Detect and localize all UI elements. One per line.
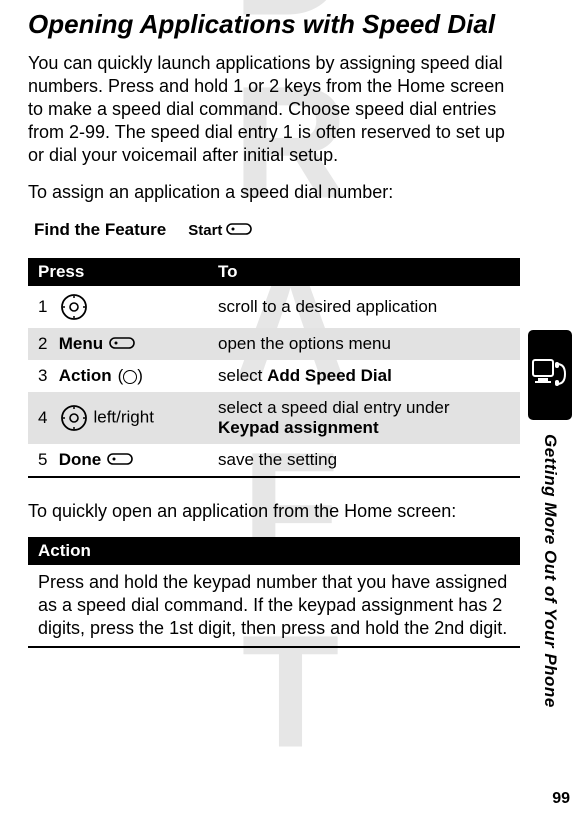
nav-pad-icon bbox=[59, 297, 89, 316]
softkey-icon bbox=[107, 450, 133, 470]
section-title-vertical: Getting More Out of Your Phone bbox=[540, 434, 560, 708]
action-label: Action bbox=[59, 366, 112, 386]
col-to: To bbox=[208, 258, 520, 286]
step-to: select a speed dial entry under Keypad a… bbox=[208, 392, 520, 444]
steps-table: Press To 1 scroll to a desired applicati… bbox=[28, 258, 520, 478]
round-button-icon bbox=[123, 370, 137, 384]
page-title: Opening Applications with Speed Dial bbox=[28, 10, 520, 40]
step-to: open the options menu bbox=[208, 328, 520, 360]
step-to-bold: Add Speed Dial bbox=[267, 366, 392, 385]
find-feature-label: Find the Feature bbox=[34, 220, 166, 240]
nav-pad-icon bbox=[59, 408, 94, 427]
menu-label: Menu bbox=[59, 334, 103, 354]
open-line: To quickly open an application from the … bbox=[28, 500, 520, 523]
done-label: Done bbox=[59, 450, 102, 470]
step-to-bold: Keypad assignment bbox=[218, 418, 379, 437]
action-paren: () bbox=[118, 366, 143, 386]
start-label: Start bbox=[188, 222, 222, 239]
step-num: 3 bbox=[38, 366, 54, 386]
find-feature-row: Find the Feature Start bbox=[34, 220, 520, 240]
action-header: Action bbox=[28, 537, 520, 565]
step-num: 2 bbox=[38, 334, 54, 354]
computer-phone-icon bbox=[528, 330, 572, 420]
step-num: 1 bbox=[38, 297, 54, 317]
softkey-icon bbox=[226, 222, 252, 239]
step-to-prefix: select a speed dial entry under bbox=[218, 398, 450, 417]
action-text: Press and hold the keypad number that yo… bbox=[28, 565, 520, 647]
side-tab: Getting More Out of Your Phone bbox=[528, 330, 572, 708]
table-row: 4 left/right select a speed dial entry u… bbox=[28, 392, 520, 444]
table-row: 5 Done save the setting bbox=[28, 444, 520, 477]
table-row: 3 Action () select Add Speed Dial bbox=[28, 360, 520, 392]
page-number: 99 bbox=[552, 790, 570, 808]
step-to-prefix: select bbox=[218, 366, 267, 385]
table-row: 1 scroll to a desired application bbox=[28, 286, 520, 328]
step-to: select Add Speed Dial bbox=[208, 360, 520, 392]
action-table: Action Press and hold the keypad number … bbox=[28, 537, 520, 648]
start-softkey: Start bbox=[188, 222, 252, 239]
softkey-icon bbox=[109, 334, 135, 354]
step-to: scroll to a desired application bbox=[208, 286, 520, 328]
step-num: 5 bbox=[38, 450, 54, 470]
intro-text: You can quickly launch applications by a… bbox=[28, 52, 520, 167]
table-row: 2 Menu open the options menu bbox=[28, 328, 520, 360]
col-press: Press bbox=[28, 258, 208, 286]
left-right-text: left/right bbox=[93, 408, 153, 427]
step-num: 4 bbox=[38, 408, 54, 428]
assign-line: To assign an application a speed dial nu… bbox=[28, 181, 520, 204]
step-to: save the setting bbox=[208, 444, 520, 477]
